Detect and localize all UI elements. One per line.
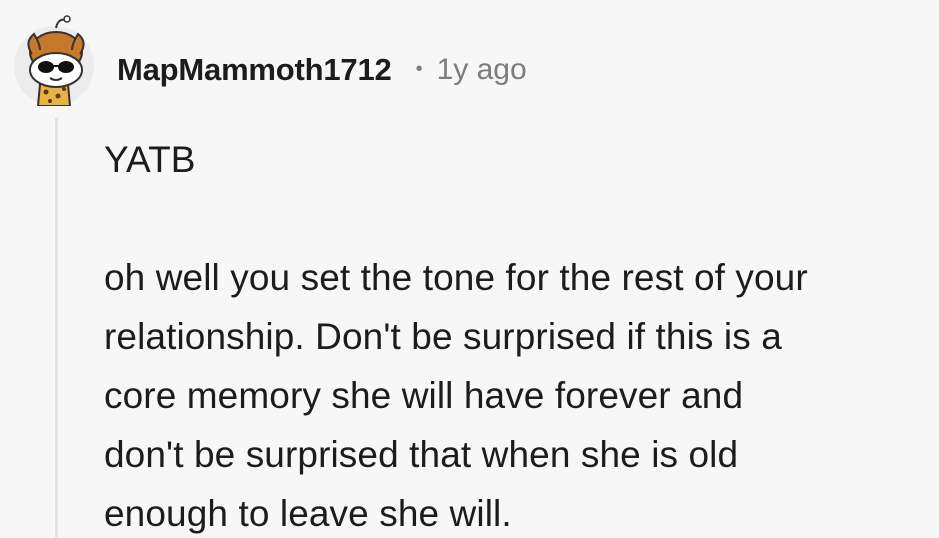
- thread-line[interactable]: [55, 118, 58, 538]
- comment-text-line: enough to leave she will.: [104, 493, 512, 534]
- comment-text-line: core memory she will have forever and: [104, 375, 744, 416]
- comment-text-line: don't be surprised that when she is old: [104, 434, 739, 475]
- comment-paragraph: YATB: [104, 130, 924, 189]
- comment-text-line: relationship. Don't be surprised if this…: [104, 316, 782, 357]
- user-avatar-icon[interactable]: [10, 14, 98, 107]
- comment-text-line: oh well you set the tone for the rest of…: [104, 257, 808, 298]
- comment-body: YATB oh well you set the tone for the re…: [104, 130, 924, 538]
- comment-paragraph: oh well you set the tone for the rest of…: [104, 248, 924, 538]
- username-link[interactable]: MapMammoth1712: [117, 52, 392, 88]
- comment-header: MapMammoth1712 • 1y ago: [117, 48, 527, 92]
- timestamp[interactable]: 1y ago: [437, 53, 527, 87]
- comment-text-line: YATB: [104, 139, 196, 180]
- meta-separator: •: [415, 57, 423, 80]
- comment: MapMammoth1712 • 1y ago YATB oh well you…: [0, 0, 939, 538]
